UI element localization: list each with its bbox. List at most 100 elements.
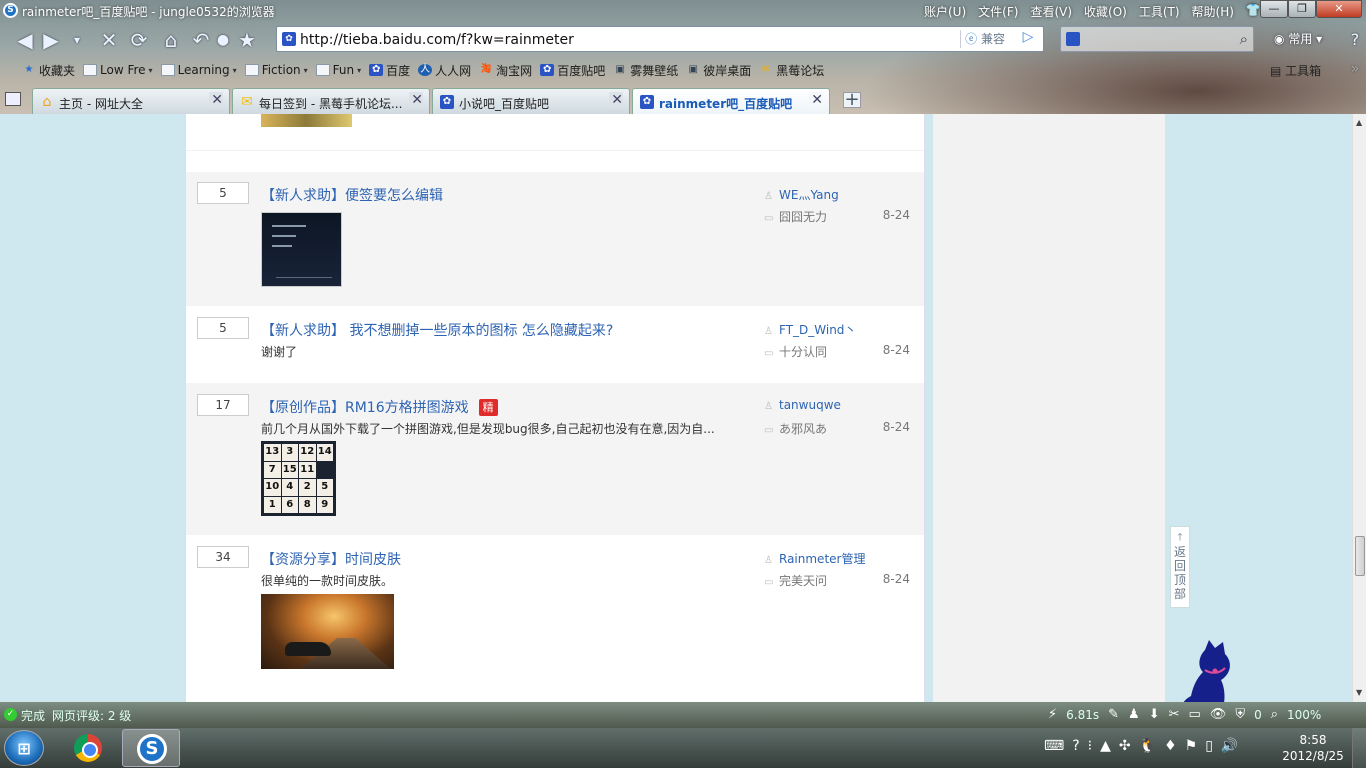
bookmark-12[interactable]: ✉ 黑莓论坛 [755, 62, 828, 79]
screenshot-icon[interactable]: ✂ [1169, 707, 1180, 722]
tab-4[interactable]: ✿ rainmeter吧_百度贴吧 ✕ [632, 88, 830, 114]
thread-title[interactable]: 【资源分享】时间皮肤 [261, 552, 401, 568]
page-rating[interactable]: 网页评级: 2 级 [52, 707, 131, 724]
menu-account[interactable]: 账户(U) [918, 3, 972, 20]
baidu-paw-icon: ✿ [440, 95, 454, 109]
shield-icon[interactable]: ⛨ [1235, 707, 1245, 722]
home-icon[interactable]: ⌂ [158, 28, 184, 52]
scroll-thumb[interactable] [1355, 536, 1365, 576]
puzzle-thumbnail[interactable]: 13 3 12 14 7 15 11 10 4 2 5 1 6 8 9 [261, 441, 336, 516]
expand-tray-icon[interactable]: ▲ [1100, 738, 1111, 754]
bookmark-3[interactable]: Learning ▾ [157, 63, 241, 77]
lightning-icon[interactable]: ⚡ [1048, 707, 1057, 722]
app-tray-icon[interactable]: ✣ [1119, 738, 1131, 754]
favorite-star-icon[interactable]: ★ [234, 28, 260, 52]
tab-bar: ⌂ 主页 - 网址大全 ✕ ✉ 每日签到 - 黑莓手机论坛... ✕ ✿ 小说吧_百度贴吧 ✕ ✿… [0, 86, 1366, 114]
tab-close-icon[interactable]: ✕ [409, 92, 423, 108]
taskbar-sogou-browser[interactable]: S [122, 729, 180, 767]
thread-title[interactable]: 【原创作品】RM16方格拼图游戏 [261, 400, 469, 416]
url-text[interactable]: http://tieba.baidu.com/f?kw=rainmeter [300, 32, 574, 48]
toolbox-button[interactable]: ▤ 工具箱 [1270, 62, 1321, 79]
author-name[interactable]: WE灬Yang [779, 188, 839, 202]
scroll-up-arrow-icon[interactable]: ▲ [1356, 118, 1362, 127]
author-name[interactable]: Rainmeter管理 [779, 552, 865, 566]
author-name[interactable]: FT_D_Wind丶 [779, 323, 856, 337]
common-sites-button[interactable]: ◉ 常用 ▾ [1274, 30, 1322, 47]
bookmark-5[interactable]: Fun ▾ [312, 63, 365, 77]
minimize-button[interactable]: — [1260, 0, 1288, 18]
compat-mode-toggle[interactable]: ⓔ 兼容 [960, 30, 1009, 48]
menu-favorites[interactable]: 收藏(O) [1078, 3, 1133, 20]
thread-thumbnail[interactable] [261, 212, 342, 287]
stop-icon[interactable]: ✕ [96, 28, 122, 52]
bookmark-8[interactable]: 淘淘宝网 [475, 62, 536, 79]
bookmark-6[interactable]: ✿ 百度 [365, 62, 414, 79]
options-circle-icon[interactable]: ● [210, 28, 236, 52]
tab-close-icon[interactable]: ✕ [609, 92, 623, 108]
bookmark-9[interactable]: ✿ 百度贴吧 [536, 62, 609, 79]
thread-title[interactable]: 【新人求助】 我不想删掉一些原本的图标 怎么隐藏起来? [261, 323, 613, 339]
bookmark-4[interactable]: Fiction ▾ [241, 63, 312, 77]
history-dropdown-icon[interactable]: ▾ [64, 28, 90, 52]
last-reply-user[interactable]: 囧囧无力 [779, 210, 827, 224]
download-icon[interactable]: ⬇ [1149, 707, 1160, 722]
window-icon[interactable]: ▭ [1189, 707, 1201, 722]
input-method-icon[interactable]: ⁝ [1088, 738, 1092, 754]
search-icon[interactable]: ⌕ [1240, 30, 1248, 48]
new-tab-button[interactable]: + [843, 91, 861, 109]
tab-3[interactable]: ✿ 小说吧_百度贴吧 ✕ [432, 88, 630, 114]
clock[interactable]: 8:58 2012/8/25 [1282, 732, 1344, 764]
forward-icon[interactable]: ▶ [38, 28, 64, 52]
pen-icon[interactable]: ✎ [1108, 707, 1119, 722]
device-tray-icon[interactable]: ▯ [1205, 738, 1213, 754]
menu-file[interactable]: 文件(F) [972, 3, 1024, 20]
tab-1[interactable]: ⌂ 主页 - 网址大全 ✕ [32, 88, 230, 114]
help-icon[interactable]: ? [1342, 28, 1366, 52]
menu-view[interactable]: 查看(V) [1024, 3, 1078, 20]
menu-help[interactable]: 帮助(H) [1186, 3, 1240, 20]
vertical-scrollbar[interactable]: ▲ ▼ [1352, 114, 1366, 702]
back-to-top-button[interactable]: 🡑 返 回 顶 部 [1170, 526, 1190, 608]
thread-thumbnail[interactable] [261, 594, 394, 669]
network-tray-icon[interactable]: ⚑ [1185, 738, 1198, 754]
speaker-icon[interactable]: 🔊 [1221, 738, 1238, 754]
tab-close-icon[interactable]: ✕ [209, 92, 223, 108]
author-name[interactable]: tanwuqwe [779, 398, 841, 412]
search-engine-paw-icon[interactable] [1066, 32, 1080, 46]
taskbar-chrome[interactable] [60, 729, 118, 767]
tab-list-menu-icon[interactable] [5, 92, 21, 106]
tab-2[interactable]: ✉ 每日签到 - 黑莓手机论坛... ✕ [232, 88, 430, 114]
bookmark-1[interactable]: ★ 收藏夹 [18, 62, 79, 79]
menu-tools[interactable]: 工具(T) [1133, 3, 1186, 20]
back-icon[interactable]: ◀ [12, 28, 38, 52]
sogou-browser-icon[interactable]: S [3, 3, 18, 18]
zoom-level[interactable]: 100% [1287, 708, 1321, 722]
scroll-down-arrow-icon[interactable]: ▼ [1356, 688, 1362, 697]
keyboard-icon[interactable]: ⌨ [1044, 738, 1064, 754]
bookmark-2[interactable]: Low Fre ▾ [79, 63, 157, 77]
show-desktop-button[interactable] [1352, 728, 1366, 768]
address-bar[interactable]: ✿ http://tieba.baidu.com/f?kw=rainmeter … [276, 26, 1044, 52]
eye-icon[interactable]: 👁 [1210, 707, 1227, 722]
last-reply-user[interactable]: 十分认同 [779, 345, 827, 359]
thread-thumbnail-partial[interactable] [261, 114, 352, 127]
close-window-button[interactable]: ✕ [1316, 0, 1362, 18]
last-reply-wrap: ▭ あ邪风あ [764, 420, 827, 437]
bookmark-10[interactable]: ▣ 雾舞壁纸 [609, 62, 682, 79]
bookmark-11[interactable]: ▣ 彼岸桌面 [682, 62, 755, 79]
security-tray-icon[interactable]: ♦ [1164, 738, 1177, 754]
maximize-button[interactable]: ❐ [1288, 0, 1316, 18]
last-reply-user[interactable]: 完美天问 [779, 574, 827, 588]
person-icon[interactable]: ♟ [1128, 707, 1140, 722]
go-arrow-icon[interactable]: ▷ [1017, 29, 1039, 49]
bookmark-7[interactable]: 人人人网 [414, 62, 475, 79]
last-reply-user[interactable]: あ邪风あ [779, 422, 827, 436]
tab-close-icon[interactable]: ✕ [809, 92, 823, 108]
zoom-icon[interactable]: ⌕ [1271, 707, 1278, 722]
refresh-icon[interactable]: ⟳ [126, 28, 152, 52]
qq-penguin-icon[interactable]: 🐧 [1139, 738, 1156, 754]
start-button[interactable]: ⊞ [4, 730, 44, 766]
thread-title[interactable]: 【新人求助】便签要怎么编辑 [261, 188, 443, 204]
help-circle-icon[interactable]: ? [1072, 738, 1079, 754]
search-box[interactable]: ⌕ [1060, 26, 1254, 52]
